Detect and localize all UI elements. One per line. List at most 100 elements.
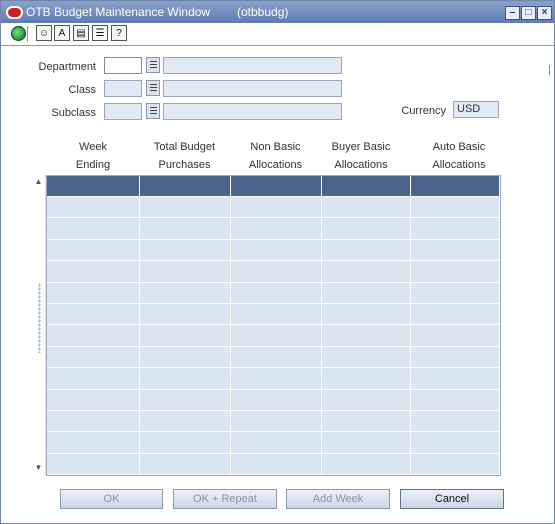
department-input[interactable]: [104, 57, 142, 74]
question-icon[interactable]: ?: [111, 25, 127, 41]
table-cell[interactable]: [231, 240, 322, 261]
table-cell[interactable]: [140, 390, 231, 410]
table-cell[interactable]: [411, 411, 500, 432]
table-row[interactable]: [47, 325, 500, 347]
table-cell[interactable]: [47, 283, 140, 303]
table-row[interactable]: [47, 411, 500, 433]
table-cell[interactable]: [47, 218, 140, 239]
print-icon[interactable]: ☰: [92, 25, 108, 41]
table-cell[interactable]: [322, 218, 411, 239]
table-cell[interactable]: [231, 411, 322, 432]
table-cell[interactable]: [322, 454, 411, 475]
table-cell[interactable]: [231, 368, 322, 389]
scroll-up-icon[interactable]: ▲: [34, 177, 43, 186]
table-cell[interactable]: [140, 454, 231, 475]
table-cell[interactable]: [47, 390, 140, 410]
table-cell[interactable]: [411, 454, 500, 475]
help-search-icon[interactable]: ☺: [36, 25, 52, 41]
class-lov-icon[interactable]: [146, 80, 160, 96]
document-icon[interactable]: ▤: [73, 25, 89, 41]
table-cell[interactable]: [231, 176, 322, 196]
table-row[interactable]: [47, 304, 500, 326]
table-cell[interactable]: [140, 218, 231, 239]
class-input[interactable]: [104, 80, 142, 97]
table-cell[interactable]: [140, 411, 231, 432]
table-row[interactable]: [47, 283, 500, 304]
table-cell[interactable]: [47, 176, 140, 196]
table-cell[interactable]: [231, 261, 322, 282]
table-cell[interactable]: [231, 283, 322, 303]
table-cell[interactable]: [411, 197, 500, 218]
table-cell[interactable]: [411, 240, 500, 261]
minimize-button[interactable]: –: [505, 6, 520, 20]
table-cell[interactable]: [140, 261, 231, 282]
table-row[interactable]: [47, 261, 500, 283]
table-row[interactable]: [47, 240, 500, 262]
table-cell[interactable]: [231, 197, 322, 218]
maximize-button[interactable]: □: [521, 6, 536, 20]
table-cell[interactable]: [411, 283, 500, 303]
table-cell[interactable]: [231, 325, 322, 346]
subclass-lov-icon[interactable]: [146, 103, 160, 119]
table-cell[interactable]: [140, 432, 231, 453]
table-cell[interactable]: [411, 261, 500, 282]
subclass-input[interactable]: [104, 103, 142, 120]
table-cell[interactable]: [411, 390, 500, 410]
table-cell[interactable]: [47, 432, 140, 453]
table-row[interactable]: [47, 368, 500, 390]
table-row-selected[interactable]: [47, 176, 500, 197]
table-row[interactable]: [47, 347, 500, 369]
table-cell[interactable]: [140, 304, 231, 325]
table-cell[interactable]: [411, 432, 500, 453]
table-cell[interactable]: [322, 240, 411, 261]
table-cell[interactable]: [47, 261, 140, 282]
table-cell[interactable]: [411, 347, 500, 368]
table-cell[interactable]: [411, 368, 500, 389]
table-cell[interactable]: [231, 347, 322, 368]
table-cell[interactable]: [322, 368, 411, 389]
table-cell[interactable]: [47, 411, 140, 432]
department-lov-icon[interactable]: [146, 57, 160, 73]
table-cell[interactable]: [140, 325, 231, 346]
scroll-down-icon[interactable]: ▼: [34, 463, 43, 472]
ok-button[interactable]: OK: [60, 489, 163, 509]
table-cell[interactable]: [411, 304, 500, 325]
table-cell[interactable]: [322, 197, 411, 218]
table-cell[interactable]: [47, 325, 140, 346]
table-cell[interactable]: [322, 390, 411, 410]
table-row[interactable]: [47, 454, 500, 476]
table-cell[interactable]: [231, 454, 322, 475]
table-cell[interactable]: [47, 240, 140, 261]
table-cell[interactable]: [47, 368, 140, 389]
table-cell[interactable]: [322, 411, 411, 432]
table-cell[interactable]: [322, 176, 411, 196]
table-cell[interactable]: [231, 218, 322, 239]
spellcheck-icon[interactable]: A: [54, 25, 70, 41]
table-cell[interactable]: [47, 347, 140, 368]
table-cell[interactable]: [411, 325, 500, 346]
table-row[interactable]: [47, 197, 500, 219]
table-cell[interactable]: [322, 283, 411, 303]
table-cell[interactable]: [322, 325, 411, 346]
table-row[interactable]: [47, 218, 500, 240]
table-cell[interactable]: [411, 218, 500, 239]
close-button[interactable]: ×: [537, 6, 552, 20]
table-row[interactable]: [47, 390, 500, 411]
table-cell[interactable]: [322, 432, 411, 453]
globe-icon[interactable]: [10, 25, 26, 41]
table-cell[interactable]: [47, 454, 140, 475]
table-cell[interactable]: [140, 347, 231, 368]
table-cell[interactable]: [140, 368, 231, 389]
add-week-button[interactable]: Add Week: [286, 489, 390, 509]
table-cell[interactable]: [322, 304, 411, 325]
table-cell[interactable]: [231, 390, 322, 410]
table-row[interactable]: [47, 432, 500, 454]
table-cell[interactable]: [231, 304, 322, 325]
ok-repeat-button[interactable]: OK + Repeat: [173, 489, 277, 509]
table-cell[interactable]: [322, 347, 411, 368]
table-cell[interactable]: [140, 240, 231, 261]
table-cell[interactable]: [140, 176, 231, 196]
table-cell[interactable]: [47, 304, 140, 325]
table-cell[interactable]: [47, 197, 140, 218]
table-cell[interactable]: [140, 283, 231, 303]
